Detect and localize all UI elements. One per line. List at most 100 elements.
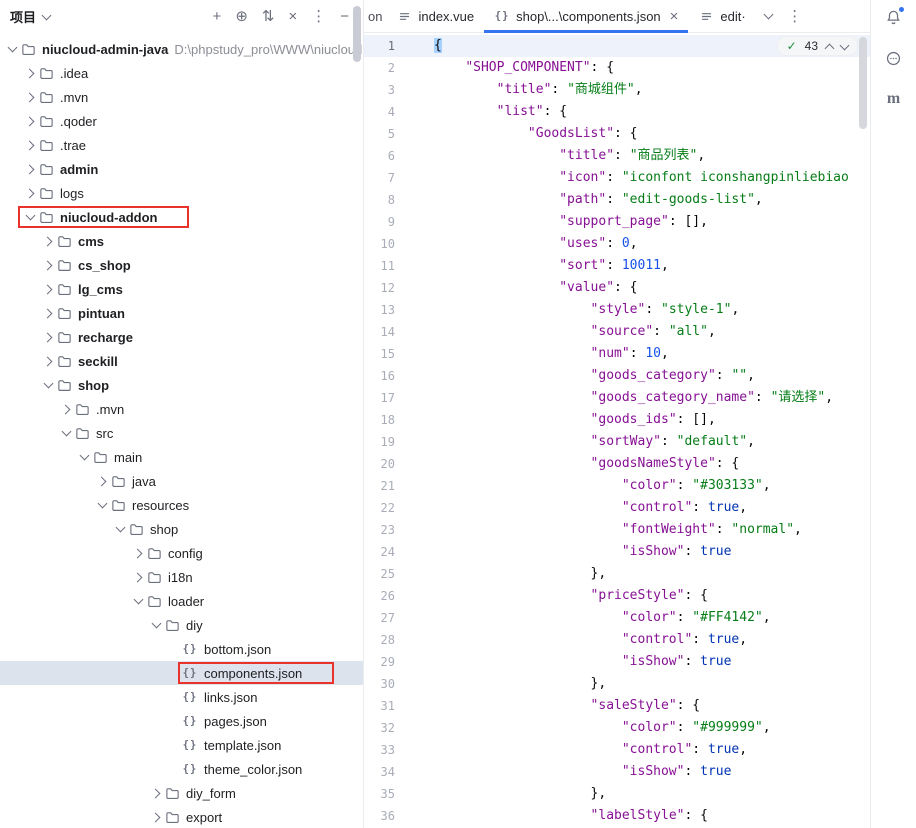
code-line-25[interactable]: 25 }, bbox=[364, 563, 870, 585]
tree-item-bottom.json[interactable]: {}bottom.json bbox=[0, 637, 363, 661]
code-line-18[interactable]: 18 "goods_ids": [], bbox=[364, 409, 870, 431]
tree-item-.idea[interactable]: .idea bbox=[0, 61, 363, 85]
chevron-down-icon[interactable] bbox=[40, 377, 56, 393]
chevron-down-icon[interactable] bbox=[756, 0, 782, 32]
chevron-right-icon[interactable] bbox=[22, 185, 38, 201]
close-tab-icon[interactable]: × bbox=[670, 9, 679, 24]
chevron-right-icon[interactable] bbox=[94, 473, 110, 489]
next-problem-icon[interactable] bbox=[840, 40, 850, 50]
tree-item-i18n[interactable]: i18n bbox=[0, 565, 363, 589]
code-line-22[interactable]: 22 "control": true, bbox=[364, 497, 870, 519]
tree-item-recharge[interactable]: recharge bbox=[0, 325, 363, 349]
tree-item-loader[interactable]: loader bbox=[0, 589, 363, 613]
chevron-right-icon[interactable] bbox=[22, 137, 38, 153]
chevron-down-icon[interactable] bbox=[58, 425, 74, 441]
tree-item-pintuan[interactable]: pintuan bbox=[0, 301, 363, 325]
close-icon[interactable]: × bbox=[288, 9, 297, 24]
code-line-27[interactable]: 27 "color": "#FF4142", bbox=[364, 607, 870, 629]
code-line-8[interactable]: 8 "path": "edit-goods-list", bbox=[364, 189, 870, 211]
chevron-right-icon[interactable] bbox=[22, 65, 38, 81]
chevron-right-icon[interactable] bbox=[40, 353, 56, 369]
hide-panel-icon[interactable]: − bbox=[340, 9, 349, 24]
kebab-menu-icon[interactable]: ⋮ bbox=[782, 0, 808, 32]
tree-item-src[interactable]: src bbox=[0, 421, 363, 445]
chevron-right-icon[interactable] bbox=[22, 113, 38, 129]
code-line-9[interactable]: 9 "support_page": [], bbox=[364, 211, 870, 233]
swap-arrows-icon[interactable]: ⇅ bbox=[262, 9, 275, 24]
code-line-14[interactable]: 14 "source": "all", bbox=[364, 321, 870, 343]
tree-item-diy_form[interactable]: diy_form bbox=[0, 781, 363, 805]
tree-item-diy[interactable]: diy bbox=[0, 613, 363, 637]
code-line-23[interactable]: 23 "fontWeight": "normal", bbox=[364, 519, 870, 541]
chevron-right-icon[interactable] bbox=[40, 329, 56, 345]
tree-item-resources[interactable]: resources bbox=[0, 493, 363, 517]
tab-index-vue[interactable]: index.vue bbox=[386, 0, 484, 32]
code-line-17[interactable]: 17 "goods_category_name": "请选择", bbox=[364, 387, 870, 409]
code-line-32[interactable]: 32 "color": "#999999", bbox=[364, 717, 870, 739]
chevron-right-icon[interactable] bbox=[130, 569, 146, 585]
chevron-right-icon[interactable] bbox=[130, 545, 146, 561]
tree-item-.qoder[interactable]: .qoder bbox=[0, 109, 363, 133]
chevron-right-icon[interactable] bbox=[22, 89, 38, 105]
tree-item-main[interactable]: main bbox=[0, 445, 363, 469]
tree-item-java[interactable]: java bbox=[0, 469, 363, 493]
tree-item-shop[interactable]: shop bbox=[0, 517, 363, 541]
code-line-5[interactable]: 5 "GoodsList": { bbox=[364, 123, 870, 145]
notifications-bell-icon[interactable] bbox=[884, 7, 904, 27]
chevron-right-icon[interactable] bbox=[22, 161, 38, 177]
kebab-menu-icon[interactable]: ⋮ bbox=[311, 9, 326, 24]
code-line-35[interactable]: 35 }, bbox=[364, 783, 870, 805]
tree-item-cs_shop[interactable]: cs_shop bbox=[0, 253, 363, 277]
add-icon[interactable]: + bbox=[213, 9, 222, 24]
code-line-7[interactable]: 7 "icon": "iconfont iconshangpinliebiao bbox=[364, 167, 870, 189]
ai-assistant-icon[interactable] bbox=[884, 48, 904, 68]
code-line-15[interactable]: 15 "num": 10, bbox=[364, 343, 870, 365]
tree-item-pages.json[interactable]: {}pages.json bbox=[0, 709, 363, 733]
tree-item-seckill[interactable]: seckill bbox=[0, 349, 363, 373]
project-panel-title[interactable]: 项目 bbox=[10, 7, 36, 26]
code-line-16[interactable]: 16 "goods_category": "", bbox=[364, 365, 870, 387]
chevron-right-icon[interactable] bbox=[58, 401, 74, 417]
tree-item-template.json[interactable]: {}template.json bbox=[0, 733, 363, 757]
code-line-4[interactable]: 4 "list": { bbox=[364, 101, 870, 123]
tree-item-.mvn[interactable]: .mvn bbox=[0, 85, 363, 109]
chevron-down-icon[interactable] bbox=[42, 10, 52, 20]
editor-scrollbar[interactable] bbox=[859, 37, 867, 129]
inspections-widget[interactable]: ✓ 43 bbox=[777, 36, 858, 56]
tree-item-shop[interactable]: shop bbox=[0, 373, 363, 397]
code-line-34[interactable]: 34 "isShow": true bbox=[364, 761, 870, 783]
tree-item-theme_color.json[interactable]: {}theme_color.json bbox=[0, 757, 363, 781]
chevron-down-icon[interactable] bbox=[22, 209, 38, 225]
tab-overflow[interactable]: on bbox=[364, 0, 386, 32]
code-line-6[interactable]: 6 "title": "商品列表", bbox=[364, 145, 870, 167]
tree-item-components.json[interactable]: {}components.json bbox=[0, 661, 363, 685]
chevron-right-icon[interactable] bbox=[40, 257, 56, 273]
code-line-20[interactable]: 20 "goodsNameStyle": { bbox=[364, 453, 870, 475]
code-line-10[interactable]: 10 "uses": 0, bbox=[364, 233, 870, 255]
tree-item-export[interactable]: export bbox=[0, 805, 363, 828]
tree-item-lg_cms[interactable]: lg_cms bbox=[0, 277, 363, 301]
tree-scrollbar[interactable] bbox=[353, 6, 361, 62]
maven-icon[interactable]: m bbox=[884, 89, 904, 109]
chevron-right-icon[interactable] bbox=[148, 785, 164, 801]
tree-item-config[interactable]: config bbox=[0, 541, 363, 565]
locate-file-icon[interactable]: ⊕ bbox=[235, 9, 248, 24]
chevron-down-icon[interactable] bbox=[94, 497, 110, 513]
chevron-down-icon[interactable] bbox=[130, 593, 146, 609]
code-line-26[interactable]: 26 "priceStyle": { bbox=[364, 585, 870, 607]
chevron-down-icon[interactable] bbox=[148, 617, 164, 633]
chevron-right-icon[interactable] bbox=[148, 809, 164, 825]
chevron-right-icon[interactable] bbox=[40, 305, 56, 321]
code-line-12[interactable]: 12 "value": { bbox=[364, 277, 870, 299]
tree-item-admin[interactable]: admin bbox=[0, 157, 363, 181]
tree-item-.trae[interactable]: .trae bbox=[0, 133, 363, 157]
tab-shop-components-json[interactable]: {}shop\...\components.json× bbox=[484, 0, 688, 32]
tree-item-niucloud-admin-java[interactable]: niucloud-admin-javaD:\phpstudy_pro\WWW\n… bbox=[0, 37, 363, 61]
chevron-right-icon[interactable] bbox=[40, 281, 56, 297]
code-line-11[interactable]: 11 "sort": 10011, bbox=[364, 255, 870, 277]
code-viewport[interactable]: 1{2 "SHOP_COMPONENT": {3 "title": "商城组件"… bbox=[364, 35, 870, 827]
tree-item-links.json[interactable]: {}links.json bbox=[0, 685, 363, 709]
code-line-30[interactable]: 30 }, bbox=[364, 673, 870, 695]
code-line-36[interactable]: 36 "labelStyle": { bbox=[364, 805, 870, 827]
code-line-24[interactable]: 24 "isShow": true bbox=[364, 541, 870, 563]
